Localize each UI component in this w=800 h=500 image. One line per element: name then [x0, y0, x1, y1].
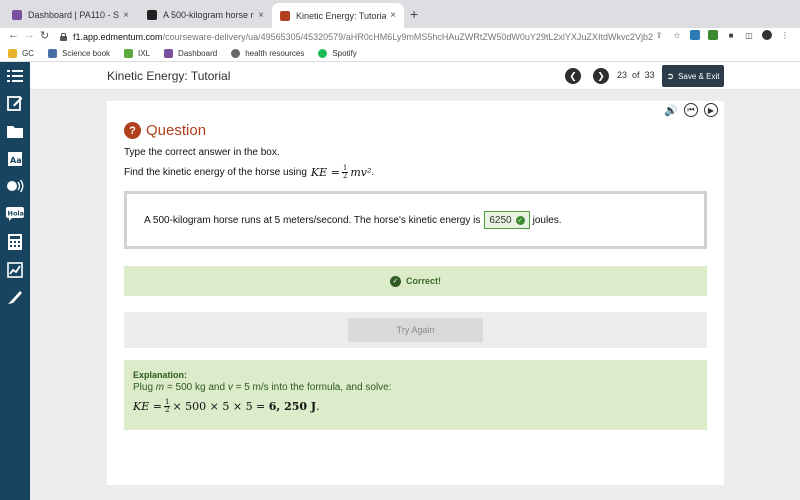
- translate-hola-icon[interactable]: Hola: [6, 205, 24, 223]
- browser-tab-strip: Dashboard | PA110 - Southern × A 500-kil…: [0, 0, 800, 28]
- previous-page-button[interactable]: ❮: [565, 68, 581, 84]
- star-icon[interactable]: ☆: [672, 30, 682, 40]
- svg-text:Aa: Aa: [10, 156, 22, 165]
- dashboard-favicon-icon: [12, 10, 22, 20]
- try-again-button[interactable]: Try Again: [348, 318, 483, 342]
- explanation-panel: Explanation: Plug m = 500 kg and v = 5 m…: [124, 360, 707, 430]
- url-path: /courseware-delivery/ua/49565305/4532057…: [162, 32, 653, 42]
- calculator-icon[interactable]: [6, 233, 24, 251]
- instruction-text: Type the correct answer in the box.: [124, 147, 280, 158]
- one-half-fraction: 1 2: [163, 398, 171, 414]
- brainly-favicon-icon: [147, 10, 157, 20]
- close-tab-icon[interactable]: ×: [258, 10, 264, 21]
- exit-icon: ➲: [666, 70, 675, 81]
- highlighter-icon[interactable]: [6, 288, 24, 306]
- reload-icon[interactable]: ↻: [40, 29, 49, 42]
- globe-icon: [231, 49, 241, 58]
- svg-text:Hola: Hola: [8, 210, 25, 218]
- browser-toolbar: ← → ↻ f1.app.edmentum.com /courseware-de…: [0, 28, 800, 46]
- media-controls: 🔊 ⏮ ▶: [664, 103, 718, 117]
- puzzle-icon[interactable]: ■: [726, 30, 736, 40]
- one-half-fraction: 1 2: [341, 164, 349, 180]
- lock-icon: [60, 33, 67, 41]
- extension-icon[interactable]: [708, 30, 718, 40]
- speaker-icon[interactable]: 🔊: [664, 103, 678, 117]
- page-current: 23: [617, 70, 628, 80]
- new-tab-icon[interactable]: +: [410, 6, 418, 22]
- extension-icons: ⇧ ☆ ■ ◫ ⋮: [654, 30, 790, 40]
- tab-title: Kinetic Energy: Tutorial: [296, 10, 387, 21]
- bookmark-ixl[interactable]: IXL: [124, 49, 150, 58]
- page-of: of: [632, 70, 640, 80]
- menu-kebab-icon[interactable]: ⋮: [780, 30, 790, 40]
- restart-icon[interactable]: ⏮: [684, 103, 698, 117]
- kinetic-energy-formula: KE = 1 2 mv²: [310, 164, 372, 180]
- page-total: 33: [644, 70, 655, 80]
- tab-title: A 500-kilogram horse runs at: [163, 10, 254, 20]
- dashboard-icon: [164, 49, 174, 58]
- share-icon[interactable]: ⇧: [654, 30, 664, 40]
- check-icon: ✓: [515, 215, 525, 225]
- tab-title: Dashboard | PA110 - Southern: [28, 10, 120, 20]
- graph-icon[interactable]: [6, 261, 24, 279]
- address-bar[interactable]: f1.app.edmentum.com /courseware-delivery…: [60, 29, 660, 45]
- play-icon[interactable]: ▶: [704, 103, 718, 117]
- explanation-label: Explanation:: [133, 370, 188, 380]
- profile-avatar[interactable]: [762, 30, 772, 40]
- app-sidebar: Aa Hola: [0, 62, 30, 500]
- question-prompt: Find the kinetic energy of the horse usi…: [124, 164, 375, 180]
- page-counter: 23 of 33: [617, 70, 655, 80]
- back-arrow-icon[interactable]: ←: [8, 29, 19, 41]
- check-circle-icon: ✓: [389, 275, 401, 287]
- question-mark-icon: ?: [124, 122, 141, 139]
- extension-icon[interactable]: [690, 30, 700, 40]
- folder-icon[interactable]: [6, 122, 24, 140]
- ixl-icon: [124, 49, 134, 58]
- spotify-icon: [318, 49, 328, 58]
- list-icon[interactable]: [6, 67, 24, 85]
- browser-tab-kinetic-energy[interactable]: Kinetic Energy: Tutorial ×: [272, 3, 404, 28]
- question-sentence: A 500-kilogram horse runs at 5 meters/se…: [144, 214, 481, 226]
- text-to-speech-icon[interactable]: [6, 178, 24, 196]
- browser-tab-horse[interactable]: A 500-kilogram horse runs at ×: [139, 4, 272, 26]
- dictionary-icon[interactable]: Aa: [6, 150, 24, 168]
- explanation-text: Plug m = 500 kg and v = 5 m/s into the f…: [133, 382, 392, 393]
- forward-arrow-icon[interactable]: →: [24, 29, 35, 41]
- folder-icon: [8, 49, 17, 58]
- app-header: Kinetic Energy: Tutorial ❮ ❯ 23 of 33 ➲ …: [30, 62, 800, 90]
- close-tab-icon[interactable]: ×: [123, 10, 129, 21]
- edmentum-favicon-icon: [280, 10, 290, 21]
- answer-box: A 500-kilogram horse runs at 5 meters/se…: [124, 191, 707, 249]
- answer-value: 6250: [489, 214, 512, 226]
- bookmarks-bar: GC Science book IXL Dashboard health res…: [0, 46, 800, 62]
- retry-panel: Try Again: [124, 312, 707, 348]
- question-heading: ? Question: [124, 122, 206, 139]
- bookmark-spotify[interactable]: Spotify: [318, 49, 357, 58]
- sidepanel-icon[interactable]: ◫: [744, 30, 754, 40]
- page-title: Kinetic Energy: Tutorial: [107, 69, 231, 83]
- explanation-math: KE = 1 2 × 500 × 5 × 5 = 6, 250 J.: [133, 398, 320, 414]
- bookmark-dashboard[interactable]: Dashboard: [164, 49, 217, 58]
- url-host: f1.app.edmentum.com: [73, 32, 163, 42]
- close-tab-icon[interactable]: ×: [390, 10, 396, 21]
- correct-feedback: ✓ Correct!: [124, 266, 707, 296]
- bookmark-gc[interactable]: GC: [8, 49, 34, 58]
- book-icon: [48, 49, 57, 58]
- bookmark-health-resources[interactable]: health resources: [231, 49, 304, 58]
- bookmark-science-book[interactable]: Science book: [48, 49, 110, 58]
- browser-tab-dashboard[interactable]: Dashboard | PA110 - Southern ×: [4, 4, 137, 26]
- next-page-button[interactable]: ❯: [593, 68, 609, 84]
- answer-input[interactable]: 6250 ✓: [484, 211, 530, 229]
- answer-unit: joules.: [532, 214, 562, 226]
- save-exit-button[interactable]: ➲ Save & Exit: [662, 65, 724, 87]
- question-title: Question: [146, 122, 207, 139]
- tutorial-content: 🔊 ⏮ ▶ ? Question Type the correct answer…: [107, 101, 724, 485]
- notepad-edit-icon[interactable]: [6, 94, 24, 112]
